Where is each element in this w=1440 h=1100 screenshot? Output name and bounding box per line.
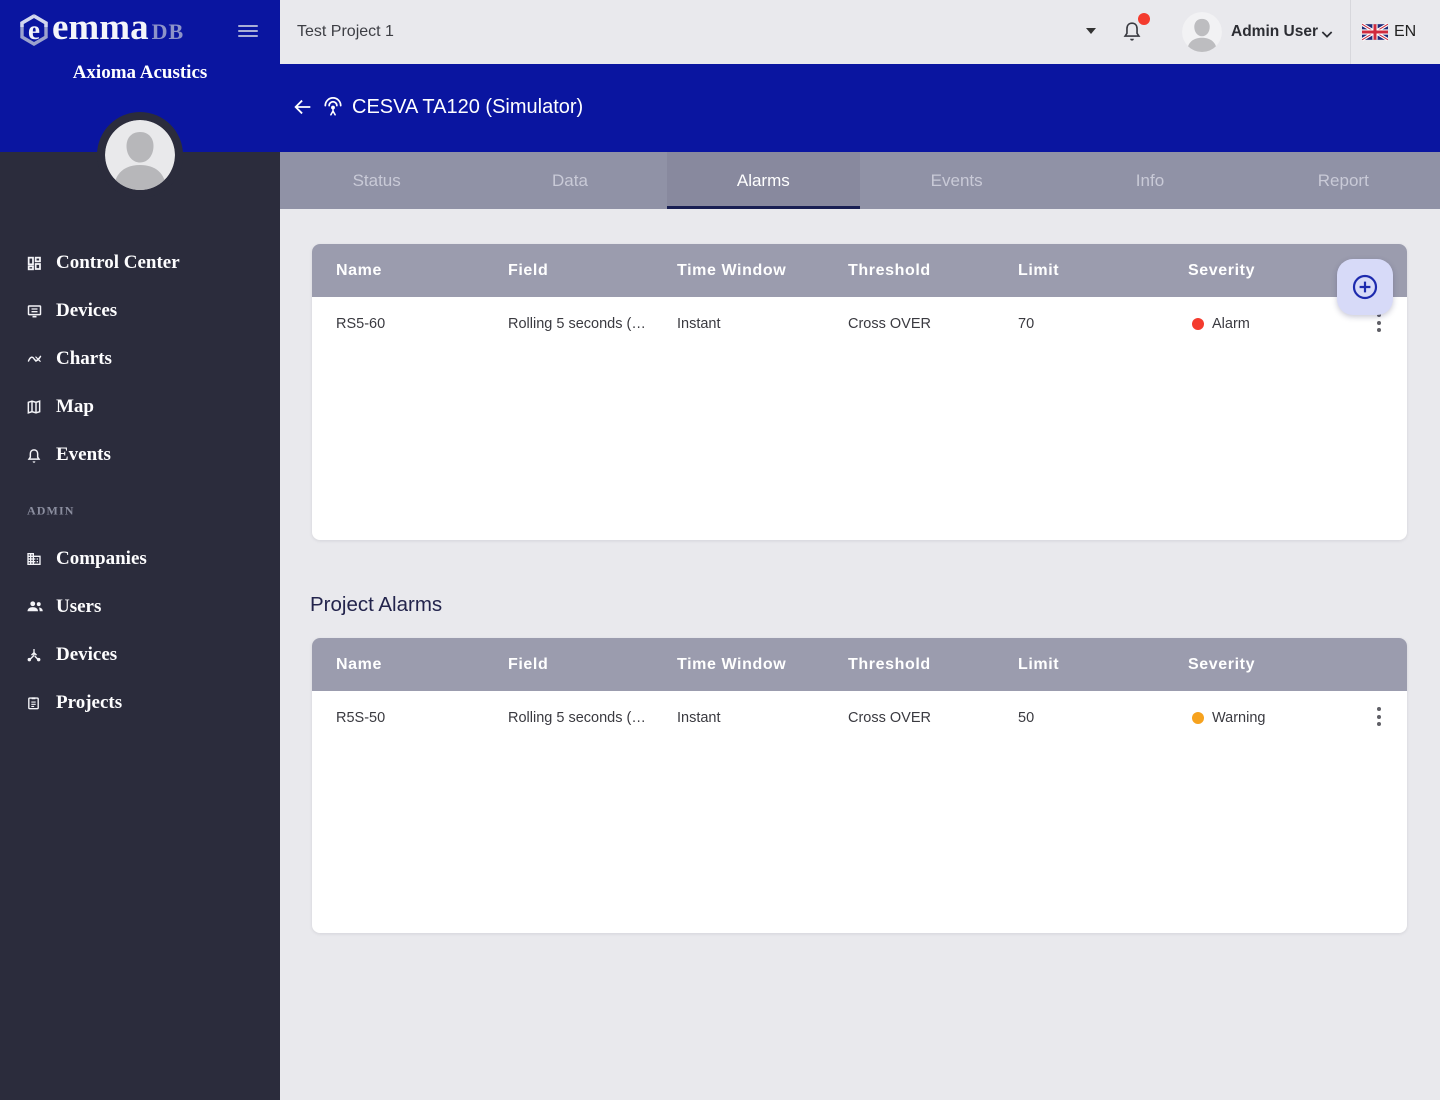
svg-text:e: e xyxy=(28,15,40,45)
